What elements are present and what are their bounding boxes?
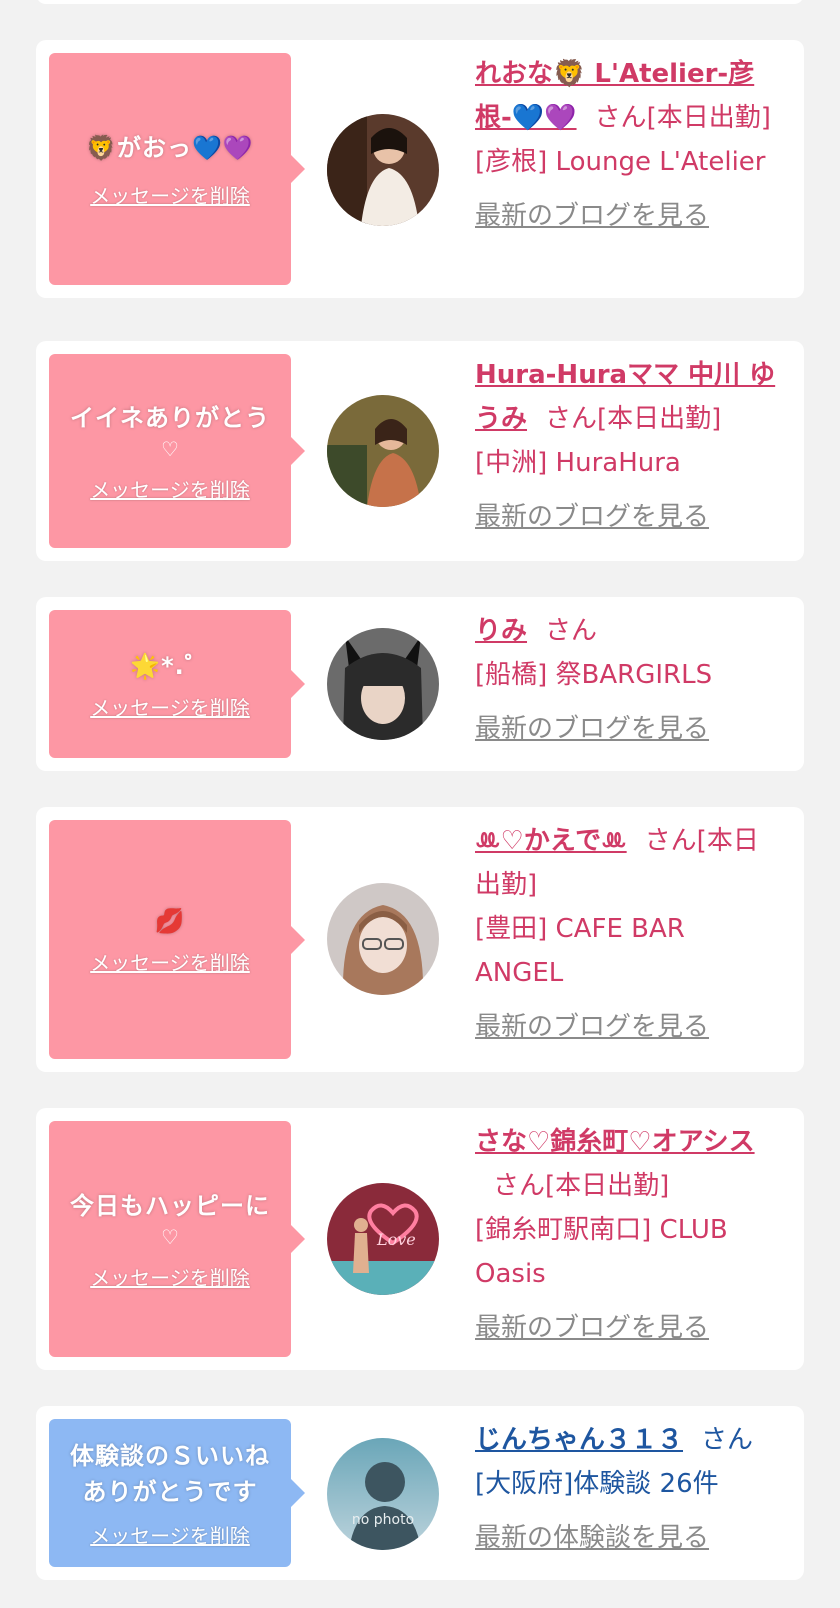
honorific: さん [644,826,697,856]
avatar[interactable]: Love [327,1183,439,1295]
user-name-link[interactable]: じんちゃん３１３ [475,1425,683,1455]
message-card: 今日もハッピーに ♡ メッセージを削除 Love さな♡錦糸町♡オアシスさん[本… [36,1108,804,1370]
user-name-link[interactable]: さな♡錦糸町♡オアシス [475,1127,755,1157]
delete-message-link[interactable]: メッセージを削除 [90,1262,250,1291]
latest-blog-link[interactable]: 最新のブログを見る [475,1005,709,1049]
latest-blog-link[interactable]: 最新のブログを見る [475,1306,709,1350]
latest-blog-link[interactable]: 最新のブログを見る [475,707,709,751]
shop-label: [船橋] 祭BARGIRLS [475,660,713,690]
honorific: さん [493,1171,546,1201]
user-name-link[interactable]: りみ [475,616,527,646]
shop-label: [彦根] Lounge L'Atelier [475,147,766,177]
message-text: 体験談のＳいいね ありがとうです [70,1441,270,1506]
honorific: さん [594,103,647,133]
user-info: ꔛ♡かえでꔛ さん[本日出勤] [豊田] CAFE BAR ANGEL 最新のブロ… [475,819,780,1049]
avatar[interactable] [327,883,439,995]
message-text: 💋 [154,907,186,935]
message-bubble: 今日もハッピーに ♡ メッセージを削除 [49,1121,305,1357]
message-bubble: 🦁がおっ💙💜 メッセージを削除 [49,53,305,285]
avatar[interactable]: no photo [327,1438,439,1550]
message-card: イイネありがとう ♡ メッセージを削除 Hura-Huraママ 中川 ゆうみ さん… [36,341,804,561]
message-text: 🌟*.゜ [130,651,210,680]
message-text: 🦁がおっ💙💜 [86,133,254,162]
avatar[interactable] [327,395,439,507]
honorific: さん [701,1425,754,1455]
message-card: 🌟*.゜ メッセージを削除 りみ さん [船橋] 祭BARGIRLS 最新のブログ… [36,597,804,771]
user-name-link[interactable]: ꔛ♡かえでꔛ [475,826,627,856]
user-info: りみ さん [船橋] 祭BARGIRLS 最新のブログを見る [475,609,780,751]
shop-label: [中洲] HuraHura [475,448,681,478]
previous-card-edge [36,0,804,4]
latest-blog-link[interactable]: 最新のブログを見る [475,495,709,539]
latest-blog-link[interactable]: 最新のブログを見る [475,194,709,238]
delete-message-link[interactable]: メッセージを削除 [90,180,250,209]
user-info: れおな🦁 L'Atelier-彦根-💙💜 さん[本日出勤] [彦根] Lounge… [475,52,780,238]
message-bubble: 体験談のＳいいね ありがとうです メッセージを削除 [49,1419,305,1567]
message-card: 💋 メッセージを削除 ꔛ♡かえでꔛ さん[本日出勤] [豊田] CAFE BAR … [36,807,804,1072]
avatar[interactable] [327,628,439,740]
delete-message-link[interactable]: メッセージを削除 [90,1520,250,1549]
delete-message-link[interactable]: メッセージを削除 [90,692,250,721]
message-bubble: 💋 メッセージを削除 [49,820,305,1059]
honorific: さん [545,616,598,646]
heart-icon: ♡ [161,436,179,461]
user-info: じんちゃん３１３ さん [大阪府]体験談 26件 最新の体験談を見る [475,1418,780,1560]
status-label: [本日出勤] [597,404,722,434]
message-card: 体験談のＳいいね ありがとうです メッセージを削除 no photo じんちゃん… [36,1406,804,1580]
svg-text:Love: Love [376,1230,416,1249]
shop-label: [錦糸町駅南口] CLUB Oasis [475,1215,728,1289]
user-info: さな♡錦糸町♡オアシスさん[本日出勤] [錦糸町駅南口] CLUB Oasis … [475,1120,780,1350]
avatar[interactable] [327,114,439,226]
message-text: 今日もハッピーに [70,1191,270,1220]
no-photo-label: no photo [351,1512,415,1528]
status-label: [本日出勤] [545,1171,670,1201]
message-bubble: イイネありがとう ♡ メッセージを削除 [49,354,305,548]
heart-icon: ♡ [161,1224,179,1249]
honorific: さん [545,404,598,434]
message-card: 🦁がおっ💙💜 メッセージを削除 れおな🦁 L'Atelier-彦根-💙💜 さん[本… [36,40,804,298]
shop-label: [豊田] CAFE BAR ANGEL [475,914,685,988]
user-info: Hura-Huraママ 中川 ゆうみ さん[本日出勤] [中洲] HuraHura… [475,353,780,539]
review-count-label: [大阪府]体験談 26件 [475,1469,719,1499]
delete-message-link[interactable]: メッセージを削除 [90,947,250,976]
status-label: [本日出勤] [646,103,771,133]
message-bubble: 🌟*.゜ メッセージを削除 [49,610,305,758]
delete-message-link[interactable]: メッセージを削除 [90,474,250,503]
latest-review-link[interactable]: 最新の体験談を見る [475,1516,709,1560]
message-text: イイネありがとう [70,403,270,432]
